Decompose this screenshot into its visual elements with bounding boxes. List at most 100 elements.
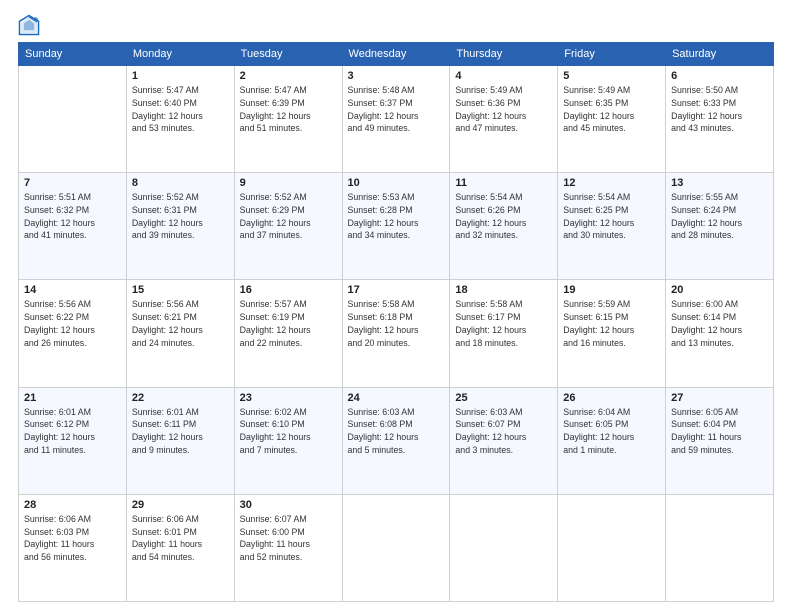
calendar-cell: 16 Sunrise: 5:57 AM Sunset: 6:19 PM Dayli…: [234, 280, 342, 387]
day-number: 21: [24, 392, 121, 404]
day-number: 29: [132, 499, 229, 511]
day-number: 2: [240, 70, 337, 82]
calendar-cell: 2 Sunrise: 5:47 AM Sunset: 6:39 PM Daylig…: [234, 66, 342, 173]
day-number: 17: [348, 284, 445, 296]
calendar-cell: 21 Sunrise: 6:01 AM Sunset: 6:12 PM Dayli…: [19, 387, 127, 494]
calendar-cell: 20Sunrise: 6:00 AM Sunset: 6:14 PM Dayli…: [666, 280, 774, 387]
logo-icon: [18, 14, 40, 36]
day-info: Sunrise: 5:54 AM Sunset: 6:26 PM Dayligh…: [455, 191, 552, 242]
calendar-header-thursday: Thursday: [450, 43, 558, 66]
calendar-cell: 13 Sunrise: 5:55 AM Sunset: 6:24 PM Dayli…: [666, 173, 774, 280]
calendar-cell: [342, 494, 450, 601]
day-number: 22: [132, 392, 229, 404]
calendar-cell: 11 Sunrise: 5:54 AM Sunset: 6:26 PM Dayli…: [450, 173, 558, 280]
day-number: 27: [671, 392, 768, 404]
day-info: Sunrise: 6:03 AM Sunset: 6:07 PM Dayligh…: [455, 406, 552, 457]
day-info: Sunrise: 5:56 AM Sunset: 6:21 PM Dayligh…: [132, 298, 229, 349]
calendar-cell: [558, 494, 666, 601]
calendar-header-friday: Friday: [558, 43, 666, 66]
day-info: Sunrise: 6:01 AM Sunset: 6:12 PM Dayligh…: [24, 406, 121, 457]
calendar-header-monday: Monday: [126, 43, 234, 66]
day-number: 20: [671, 284, 768, 296]
calendar-cell: 30Sunrise: 6:07 AM Sunset: 6:00 PM Dayli…: [234, 494, 342, 601]
day-number: 24: [348, 392, 445, 404]
calendar-cell: 4 Sunrise: 5:49 AM Sunset: 6:36 PM Daylig…: [450, 66, 558, 173]
calendar-cell: 5Sunrise: 5:49 AM Sunset: 6:35 PM Daylig…: [558, 66, 666, 173]
day-info: Sunrise: 5:47 AM Sunset: 6:40 PM Dayligh…: [132, 84, 229, 135]
day-number: 10: [348, 177, 445, 189]
day-info: Sunrise: 6:07 AM Sunset: 6:00 PM Dayligh…: [240, 513, 337, 564]
day-info: Sunrise: 6:01 AM Sunset: 6:11 PM Dayligh…: [132, 406, 229, 457]
calendar-header-sunday: Sunday: [19, 43, 127, 66]
calendar-cell: 26 Sunrise: 6:04 AM Sunset: 6:05 PM Dayli…: [558, 387, 666, 494]
calendar-cell: 9 Sunrise: 5:52 AM Sunset: 6:29 PM Daylig…: [234, 173, 342, 280]
day-info: Sunrise: 5:57 AM Sunset: 6:19 PM Dayligh…: [240, 298, 337, 349]
calendar-cell: 8Sunrise: 5:52 AM Sunset: 6:31 PM Daylig…: [126, 173, 234, 280]
calendar-cell: 17 Sunrise: 5:58 AM Sunset: 6:18 PM Dayli…: [342, 280, 450, 387]
day-number: 13: [671, 177, 768, 189]
calendar-cell: 14 Sunrise: 5:56 AM Sunset: 6:22 PM Dayli…: [19, 280, 127, 387]
day-number: 6: [671, 70, 768, 82]
calendar-cell: 15 Sunrise: 5:56 AM Sunset: 6:21 PM Dayli…: [126, 280, 234, 387]
calendar-cell: 18 Sunrise: 5:58 AM Sunset: 6:17 PM Dayli…: [450, 280, 558, 387]
calendar-header-tuesday: Tuesday: [234, 43, 342, 66]
calendar-week-3: 14 Sunrise: 5:56 AM Sunset: 6:22 PM Dayli…: [19, 280, 774, 387]
day-number: 15: [132, 284, 229, 296]
calendar-cell: 28 Sunrise: 6:06 AM Sunset: 6:03 PM Dayli…: [19, 494, 127, 601]
day-info: Sunrise: 5:53 AM Sunset: 6:28 PM Dayligh…: [348, 191, 445, 242]
day-info: Sunrise: 5:48 AM Sunset: 6:37 PM Dayligh…: [348, 84, 445, 135]
day-info: Sunrise: 6:06 AM Sunset: 6:03 PM Dayligh…: [24, 513, 121, 564]
calendar-week-4: 21 Sunrise: 6:01 AM Sunset: 6:12 PM Dayli…: [19, 387, 774, 494]
day-number: 4: [455, 70, 552, 82]
day-info: Sunrise: 5:50 AM Sunset: 6:33 PM Dayligh…: [671, 84, 768, 135]
calendar-cell: 29 Sunrise: 6:06 AM Sunset: 6:01 PM Dayli…: [126, 494, 234, 601]
day-number: 7: [24, 177, 121, 189]
day-info: Sunrise: 5:49 AM Sunset: 6:36 PM Dayligh…: [455, 84, 552, 135]
calendar-week-5: 28 Sunrise: 6:06 AM Sunset: 6:03 PM Dayli…: [19, 494, 774, 601]
calendar-cell: 7 Sunrise: 5:51 AM Sunset: 6:32 PM Daylig…: [19, 173, 127, 280]
day-info: Sunrise: 6:06 AM Sunset: 6:01 PM Dayligh…: [132, 513, 229, 564]
day-number: 11: [455, 177, 552, 189]
day-number: 26: [563, 392, 660, 404]
day-info: Sunrise: 5:55 AM Sunset: 6:24 PM Dayligh…: [671, 191, 768, 242]
day-number: 23: [240, 392, 337, 404]
calendar: SundayMondayTuesdayWednesdayThursdayFrid…: [18, 42, 774, 602]
calendar-cell: 27 Sunrise: 6:05 AM Sunset: 6:04 PM Dayli…: [666, 387, 774, 494]
day-info: Sunrise: 5:47 AM Sunset: 6:39 PM Dayligh…: [240, 84, 337, 135]
day-info: Sunrise: 5:54 AM Sunset: 6:25 PM Dayligh…: [563, 191, 660, 242]
calendar-cell: 25Sunrise: 6:03 AM Sunset: 6:07 PM Dayli…: [450, 387, 558, 494]
logo: [18, 14, 46, 36]
calendar-header-saturday: Saturday: [666, 43, 774, 66]
day-info: Sunrise: 5:51 AM Sunset: 6:32 PM Dayligh…: [24, 191, 121, 242]
calendar-cell: 24 Sunrise: 6:03 AM Sunset: 6:08 PM Dayli…: [342, 387, 450, 494]
day-number: 12: [563, 177, 660, 189]
calendar-cell: 19Sunrise: 5:59 AM Sunset: 6:15 PM Dayli…: [558, 280, 666, 387]
day-number: 28: [24, 499, 121, 511]
calendar-cell: 3 Sunrise: 5:48 AM Sunset: 6:37 PM Daylig…: [342, 66, 450, 173]
calendar-cell: [450, 494, 558, 601]
day-info: Sunrise: 6:04 AM Sunset: 6:05 PM Dayligh…: [563, 406, 660, 457]
calendar-cell: 22 Sunrise: 6:01 AM Sunset: 6:11 PM Dayli…: [126, 387, 234, 494]
day-number: 16: [240, 284, 337, 296]
day-number: 1: [132, 70, 229, 82]
day-info: Sunrise: 5:56 AM Sunset: 6:22 PM Dayligh…: [24, 298, 121, 349]
day-number: 9: [240, 177, 337, 189]
day-info: Sunrise: 6:03 AM Sunset: 6:08 PM Dayligh…: [348, 406, 445, 457]
calendar-cell: 23 Sunrise: 6:02 AM Sunset: 6:10 PM Dayli…: [234, 387, 342, 494]
day-info: Sunrise: 5:52 AM Sunset: 6:29 PM Dayligh…: [240, 191, 337, 242]
day-info: Sunrise: 5:49 AM Sunset: 6:35 PM Dayligh…: [563, 84, 660, 135]
day-info: Sunrise: 6:05 AM Sunset: 6:04 PM Dayligh…: [671, 406, 768, 457]
day-info: Sunrise: 5:58 AM Sunset: 6:18 PM Dayligh…: [348, 298, 445, 349]
calendar-cell: [19, 66, 127, 173]
calendar-cell: 12 Sunrise: 5:54 AM Sunset: 6:25 PM Dayli…: [558, 173, 666, 280]
calendar-cell: 10 Sunrise: 5:53 AM Sunset: 6:28 PM Dayli…: [342, 173, 450, 280]
day-info: Sunrise: 5:52 AM Sunset: 6:31 PM Dayligh…: [132, 191, 229, 242]
calendar-cell: 6 Sunrise: 5:50 AM Sunset: 6:33 PM Daylig…: [666, 66, 774, 173]
day-info: Sunrise: 5:58 AM Sunset: 6:17 PM Dayligh…: [455, 298, 552, 349]
day-number: 19: [563, 284, 660, 296]
day-number: 18: [455, 284, 552, 296]
calendar-header-wednesday: Wednesday: [342, 43, 450, 66]
day-info: Sunrise: 6:02 AM Sunset: 6:10 PM Dayligh…: [240, 406, 337, 457]
day-number: 14: [24, 284, 121, 296]
day-number: 3: [348, 70, 445, 82]
